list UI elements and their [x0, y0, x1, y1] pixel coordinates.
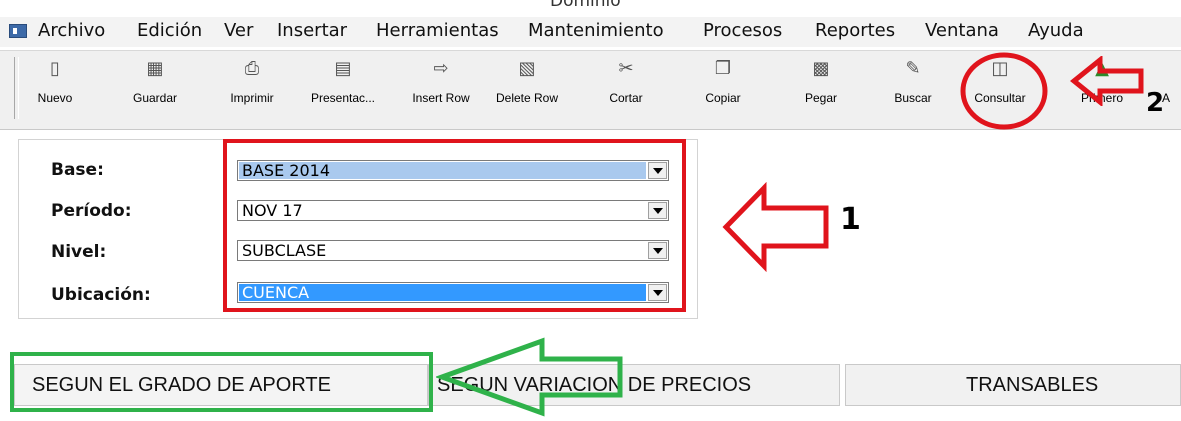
buscar-button[interactable]: ✎ Buscar	[882, 55, 944, 119]
nuevo-button[interactable]: ▯ Nuevo	[30, 55, 80, 119]
cortar-label: Cortar	[609, 91, 643, 105]
menu-reportes[interactable]: Reportes	[815, 20, 895, 41]
copy-icon: ❐	[714, 58, 732, 79]
menu-procesos[interactable]: Procesos	[703, 20, 782, 41]
preview-icon: ▤	[334, 58, 352, 79]
partial-toolbar-button[interactable]: A	[1162, 55, 1181, 119]
insert-row-icon: ⇨	[433, 58, 449, 79]
app-menu-icon[interactable]	[9, 24, 27, 38]
insert-row-button[interactable]: ⇨ Insert Row	[402, 55, 480, 119]
window-title-bar: Dominio	[0, 0, 1181, 14]
partial-icon	[1162, 57, 1181, 81]
menu-archivo[interactable]: Archivo	[38, 20, 105, 41]
tab-transables-label: TRANSABLES	[966, 374, 1099, 396]
annotation-label-1: 1	[840, 202, 861, 237]
guardar-label: Guardar	[132, 91, 178, 105]
delete-row-label: Delete Row	[495, 91, 559, 105]
menu-ventana[interactable]: Ventana	[925, 20, 999, 41]
buscar-label: Buscar	[894, 91, 932, 105]
base-label: Base:	[51, 160, 104, 180]
presentacion-label: Presentac...	[310, 91, 376, 105]
presentacion-button[interactable]: ▤ Presentac...	[289, 55, 397, 119]
pegar-label: Pegar	[804, 91, 838, 105]
nivel-label: Nivel:	[51, 242, 107, 262]
menu-ayuda[interactable]: Ayuda	[1028, 20, 1084, 41]
annotation-arrow-left-small-icon	[1070, 56, 1144, 106]
search-icon: ✎	[905, 58, 921, 79]
imprimir-button[interactable]: ⎙ Imprimir	[221, 55, 283, 119]
periodo-label: Período:	[51, 201, 132, 221]
menu-herramientas[interactable]: Herramientas	[376, 20, 499, 41]
menu-bar: Archivo Edición Ver Insertar Herramienta…	[0, 17, 1181, 47]
cortar-button[interactable]: ✂ Cortar	[594, 55, 658, 119]
copiar-button[interactable]: ❐ Copiar	[690, 55, 756, 119]
nuevo-label: Nuevo	[37, 91, 73, 105]
menu-insertar[interactable]: Insertar	[277, 20, 347, 41]
paste-icon: ▩	[812, 58, 830, 79]
partial-label: A	[1162, 91, 1171, 105]
menu-mantenimiento[interactable]: Mantenimiento	[528, 20, 664, 41]
annotation-arrow-left-icon	[722, 182, 829, 272]
cut-icon: ✂	[618, 58, 634, 79]
window-title: Dominio	[550, 0, 621, 11]
annotation-arrow-green-icon	[436, 337, 623, 417]
tab-transables[interactable]: TRANSABLES	[845, 364, 1181, 406]
annotation-green-rectangle	[10, 352, 433, 412]
pegar-button[interactable]: ▩ Pegar	[790, 55, 852, 119]
toolbar-grip[interactable]	[14, 57, 19, 119]
copiar-label: Copiar	[705, 91, 741, 105]
ubicacion-label: Ubicación:	[51, 285, 151, 305]
imprimir-label: Imprimir	[230, 91, 274, 105]
insert-row-label: Insert Row	[412, 91, 470, 105]
delete-icon: ▧	[518, 58, 536, 79]
new-file-icon: ▯	[50, 58, 60, 79]
annotation-label-2: 2	[1146, 88, 1165, 118]
menu-ver[interactable]: Ver	[224, 20, 253, 41]
annotation-circle-icon	[960, 52, 1048, 130]
annotation-red-rectangle	[223, 139, 686, 312]
menu-edicion[interactable]: Edición	[137, 20, 202, 41]
save-icon: ▦	[146, 58, 164, 79]
delete-row-button[interactable]: ▧ Delete Row	[487, 55, 567, 119]
guardar-button[interactable]: ▦ Guardar	[122, 55, 188, 119]
print-icon: ⎙	[244, 58, 260, 79]
